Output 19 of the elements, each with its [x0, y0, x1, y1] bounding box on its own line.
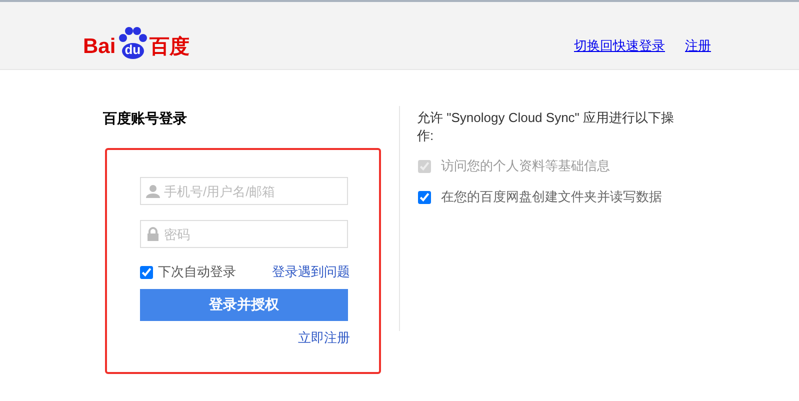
register-link[interactable]: 立即注册 [298, 330, 350, 345]
logo-text: 百度 [150, 35, 190, 59]
password-field[interactable]: 密码 [140, 220, 348, 248]
header-link[interactable]: 注册 [685, 37, 711, 55]
username-field[interactable]: 手机号/用户名/邮箱 [140, 177, 348, 205]
remember-checkbox[interactable] [140, 266, 153, 278]
permission-label: 访问您的个人资料等基础信息 [441, 157, 610, 175]
user-icon [146, 184, 160, 198]
permission-checkbox[interactable] [418, 190, 431, 204]
lock-icon [146, 227, 160, 241]
header-link[interactable]: 切换回快速登录 [574, 37, 665, 55]
login-title: 百度账号登录 [103, 110, 188, 128]
permission-label: 在您的百度网盘创建文件夹并读写数据 [441, 188, 662, 206]
paw-logo: du [116, 23, 150, 59]
help-link[interactable]: 登录遇到问题 [272, 263, 350, 281]
remember-label: 下次自动登录 [158, 263, 236, 281]
logo-text: Bai [83, 35, 116, 59]
permission-intro: 允许 "Synology Cloud Sync" 应用进行以下操作: [417, 109, 676, 145]
login-button[interactable]: 登录并授权 [140, 289, 348, 321]
